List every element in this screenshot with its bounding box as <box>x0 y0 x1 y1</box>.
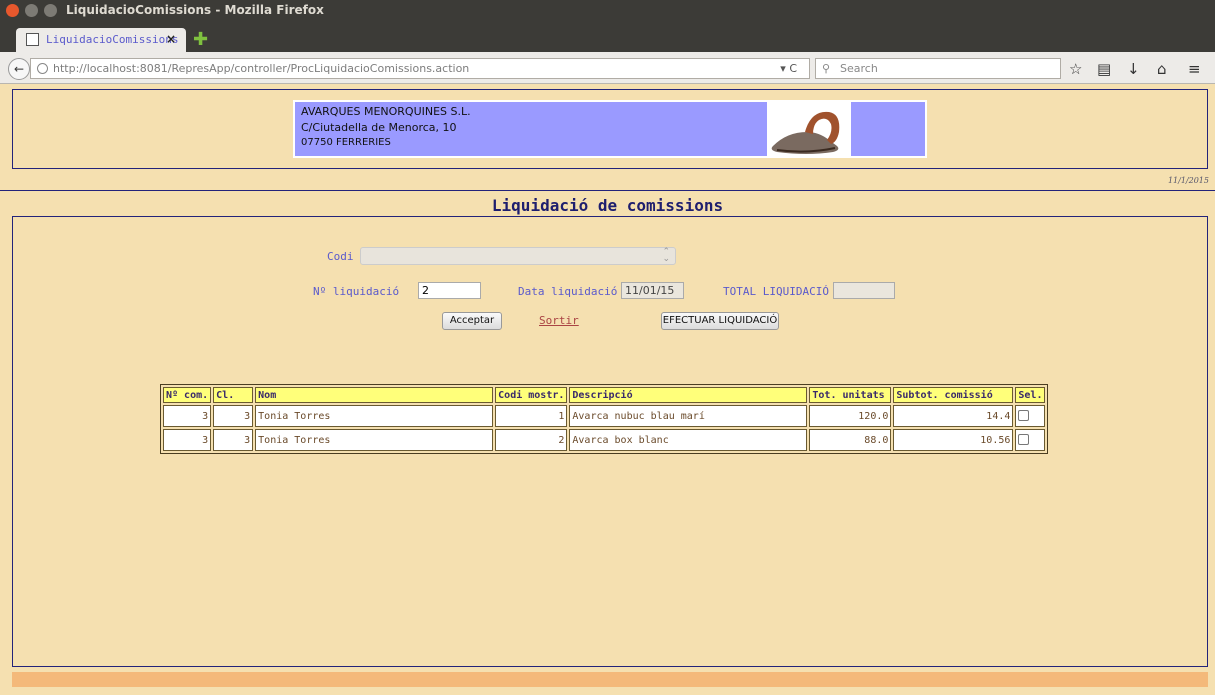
cell-num-com: 3 <box>163 429 212 451</box>
col-header: Codi mostr. <box>495 387 568 403</box>
main-panel: Codi ⌃ ⌄ Nº liquidació 2 Data liquidació … <box>12 216 1208 667</box>
company-banner: AVARQUES MENORQUINES S.L. C/Ciutadella d… <box>293 100 927 158</box>
total-liquidacio-label: TOTAL LIQUIDACIÓ <box>723 285 829 298</box>
codi-select[interactable]: ⌃ ⌄ <box>360 247 676 265</box>
bookmark-star-icon[interactable]: ☆ <box>1069 60 1082 78</box>
cell-sel <box>1015 429 1046 451</box>
maximize-icon[interactable] <box>44 4 58 17</box>
cell-sel <box>1015 405 1046 427</box>
divider <box>0 190 1215 191</box>
execute-liquidation-button[interactable]: EFECTUAR LIQUIDACIÓ <box>661 312 779 330</box>
current-date: 11/1/2015 <box>1167 176 1209 185</box>
reading-list-icon[interactable]: ▤ <box>1097 60 1111 78</box>
url-text: http://localhost:8081/RepresApp/controll… <box>53 62 470 75</box>
page-content: AVARQUES MENORQUINES S.L. C/Ciutadella d… <box>0 85 1215 695</box>
window-titlebar: LiquidacioComissions - Mozilla Firefox <box>0 0 1215 22</box>
company-address: C/Ciutadella de Menorca, 10 <box>301 121 457 134</box>
cell-subtot-comissio: 14.4 <box>893 405 1014 427</box>
codi-label: Codi <box>327 250 354 263</box>
accept-button[interactable]: Acceptar <box>442 312 502 330</box>
close-icon[interactable] <box>6 4 19 17</box>
col-header: Tot. unitats <box>809 387 892 403</box>
cell-descripcio: Avarca box blanc <box>569 429 808 451</box>
cell-nom: Tonia Torres <box>255 429 494 451</box>
menu-icon[interactable]: ≡ <box>1188 60 1201 78</box>
back-icon[interactable]: ← <box>8 58 30 80</box>
home-icon[interactable]: ⌂ <box>1157 60 1167 78</box>
select-checkbox[interactable] <box>1018 410 1030 422</box>
cell-num-com: 3 <box>163 405 212 427</box>
new-tab-icon[interactable]: ✚ <box>193 29 208 50</box>
table-row: 3 3 Tonia Torres 2 Avarca box blanc 88.0… <box>163 429 1046 451</box>
reload-icon[interactable]: ▾ C <box>780 62 797 75</box>
download-icon[interactable]: ↓ <box>1127 60 1140 78</box>
search-input[interactable]: ⚲ Search <box>815 58 1061 79</box>
cell-subtot-comissio: 10.56 <box>893 429 1014 451</box>
footer-bar <box>12 672 1208 687</box>
sandal-image <box>767 102 851 156</box>
company-header: AVARQUES MENORQUINES S.L. C/Ciutadella d… <box>12 89 1208 169</box>
tab-close-icon[interactable]: × <box>166 32 176 46</box>
col-header: Subtot. comissió <box>893 387 1014 403</box>
exit-link[interactable]: Sortir <box>539 314 579 327</box>
col-header: Sel. <box>1015 387 1046 403</box>
cell-codi-mostr: 1 <box>495 405 568 427</box>
data-liquidacio-field[interactable]: 11/01/15 <box>621 282 684 299</box>
page-title: Liquidació de comissions <box>491 196 724 215</box>
minimize-icon[interactable] <box>25 4 39 17</box>
cell-codi-mostr: 2 <box>495 429 568 451</box>
browser-tab[interactable]: LiquidacioComissions × <box>16 28 186 52</box>
col-header: Nº com. <box>163 387 212 403</box>
cell-descripcio: Avarca nubuc blau marí <box>569 405 808 427</box>
cell-nom: Tonia Torres <box>255 405 494 427</box>
favicon-icon <box>26 33 39 46</box>
col-header: Descripció <box>569 387 808 403</box>
company-name: AVARQUES MENORQUINES S.L. <box>301 105 471 118</box>
select-checkbox[interactable] <box>1018 434 1030 446</box>
search-placeholder: Search <box>840 62 878 75</box>
globe-icon <box>37 63 48 74</box>
window-title: LiquidacioComissions - Mozilla Firefox <box>66 3 324 17</box>
total-liquidacio-field[interactable] <box>833 282 895 299</box>
cell-tot-unitats: 120.0 <box>809 405 892 427</box>
data-liquidacio-label: Data liquidació <box>518 285 618 298</box>
url-bar[interactable]: http://localhost:8081/RepresApp/controll… <box>30 58 810 79</box>
cell-client: 3 <box>213 429 254 451</box>
col-header: Cl. <box>213 387 254 403</box>
chevron-updown-icon: ⌃ ⌄ <box>662 247 670 264</box>
num-liquidacio-label: Nº liquidació <box>313 285 400 298</box>
col-header: Nom <box>255 387 494 403</box>
num-liquidacio-field[interactable]: 2 <box>418 282 481 299</box>
table-header-row: Nº com. Cl. Nom Codi mostr. Descripció T… <box>163 387 1046 403</box>
table-row: 3 3 Tonia Torres 1 Avarca nubuc blau mar… <box>163 405 1046 427</box>
cell-tot-unitats: 88.0 <box>809 429 892 451</box>
commissions-table: Nº com. Cl. Nom Codi mostr. Descripció T… <box>160 384 1049 454</box>
cell-client: 3 <box>213 405 254 427</box>
tab-label: LiquidacioComissions <box>46 33 179 46</box>
navigation-bar: ← http://localhost:8081/RepresApp/contro… <box>0 52 1215 84</box>
tab-bar: LiquidacioComissions × <box>0 22 1215 52</box>
company-city: 07750 FERRERIES <box>301 137 391 148</box>
search-icon: ⚲ <box>822 62 831 75</box>
